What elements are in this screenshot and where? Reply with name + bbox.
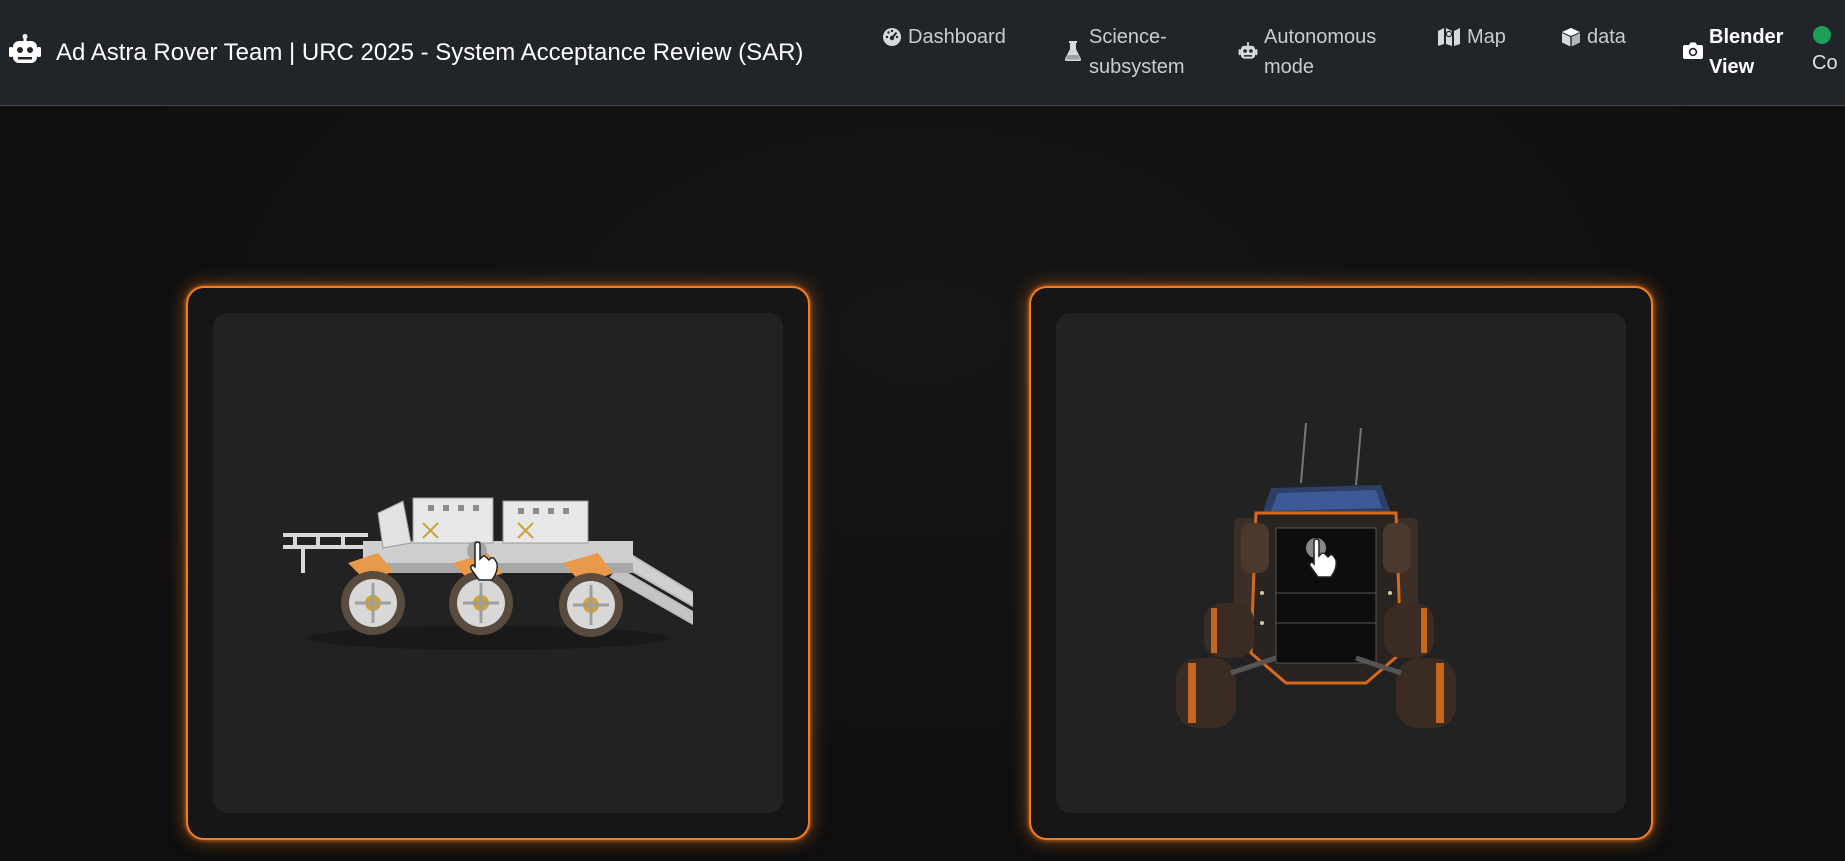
dark-rover-model[interactable] <box>1156 423 1476 763</box>
nav-item-autonomous-mode[interactable]: Autonomous mode <box>1238 22 1384 82</box>
connection-status: Co <box>1812 22 1845 78</box>
nav-item-data[interactable]: data <box>1561 22 1626 52</box>
flask-icon <box>1063 36 1083 66</box>
nav-label: Autonomous mode <box>1264 26 1377 78</box>
brand[interactable]: Ad Astra Rover Team | URC 2025 - System … <box>8 34 803 71</box>
model-viewer-2[interactable] <box>1056 313 1626 813</box>
nav-item-map[interactable]: Map <box>1437 22 1506 52</box>
robot-icon <box>8 34 42 71</box>
camera-icon <box>1683 36 1703 66</box>
nav-item-science-subsystem[interactable]: Science-subsystem <box>1063 22 1189 82</box>
top-navbar: Ad Astra Rover Team | URC 2025 - System … <box>0 0 1845 106</box>
nav-item-blender-view[interactable]: Blender View <box>1683 22 1789 82</box>
nav-label: Map <box>1467 26 1506 48</box>
rover-model-card-1[interactable] <box>186 286 810 840</box>
cube-icon <box>1561 22 1581 52</box>
nav-item-dashboard[interactable]: Dashboard <box>882 22 1006 52</box>
page-title: Ad Astra Rover Team | URC 2025 - System … <box>56 38 804 66</box>
map-icon <box>1437 22 1461 52</box>
robot-icon <box>1238 36 1258 66</box>
status-dot-icon <box>1813 26 1831 44</box>
dashboard-gauge-icon <box>882 22 902 52</box>
hand-pointer-icon <box>1306 538 1337 578</box>
nav-label: Blender View <box>1709 26 1784 78</box>
rover-model-card-2[interactable] <box>1029 286 1653 840</box>
nav-label: data <box>1587 26 1626 48</box>
nav-label: Science-subsystem <box>1089 26 1185 78</box>
nav-label: Dashboard <box>908 26 1006 48</box>
status-label: Co <box>1812 52 1838 74</box>
hand-pointer-icon <box>467 541 498 581</box>
model-viewer-1[interactable] <box>213 313 783 813</box>
